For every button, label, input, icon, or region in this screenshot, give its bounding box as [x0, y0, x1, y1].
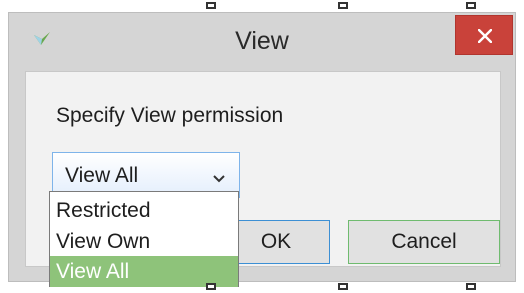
select-value: View All — [65, 164, 139, 187]
close-icon — [478, 29, 492, 43]
option-view-own[interactable]: View Own — [50, 226, 238, 257]
window-title: View — [235, 27, 289, 55]
resize-handle[interactable] — [338, 2, 348, 9]
resize-handle[interactable] — [466, 2, 476, 9]
title-bar[interactable]: View — [9, 13, 515, 69]
permission-dropdown-list: Restricted View Own View All — [49, 191, 239, 287]
close-button[interactable] — [455, 15, 513, 55]
option-restricted[interactable]: Restricted — [50, 195, 238, 226]
cancel-button[interactable]: Cancel — [348, 220, 500, 264]
resize-handle[interactable] — [206, 283, 216, 290]
prompt-label: Specify View permission — [56, 104, 284, 127]
resize-handle[interactable] — [338, 283, 348, 290]
resize-handle[interactable] — [206, 2, 216, 9]
chevron-down-icon — [213, 170, 225, 188]
resize-handle[interactable] — [466, 283, 476, 290]
screen: View Specify View permission View All OK… — [0, 0, 524, 293]
